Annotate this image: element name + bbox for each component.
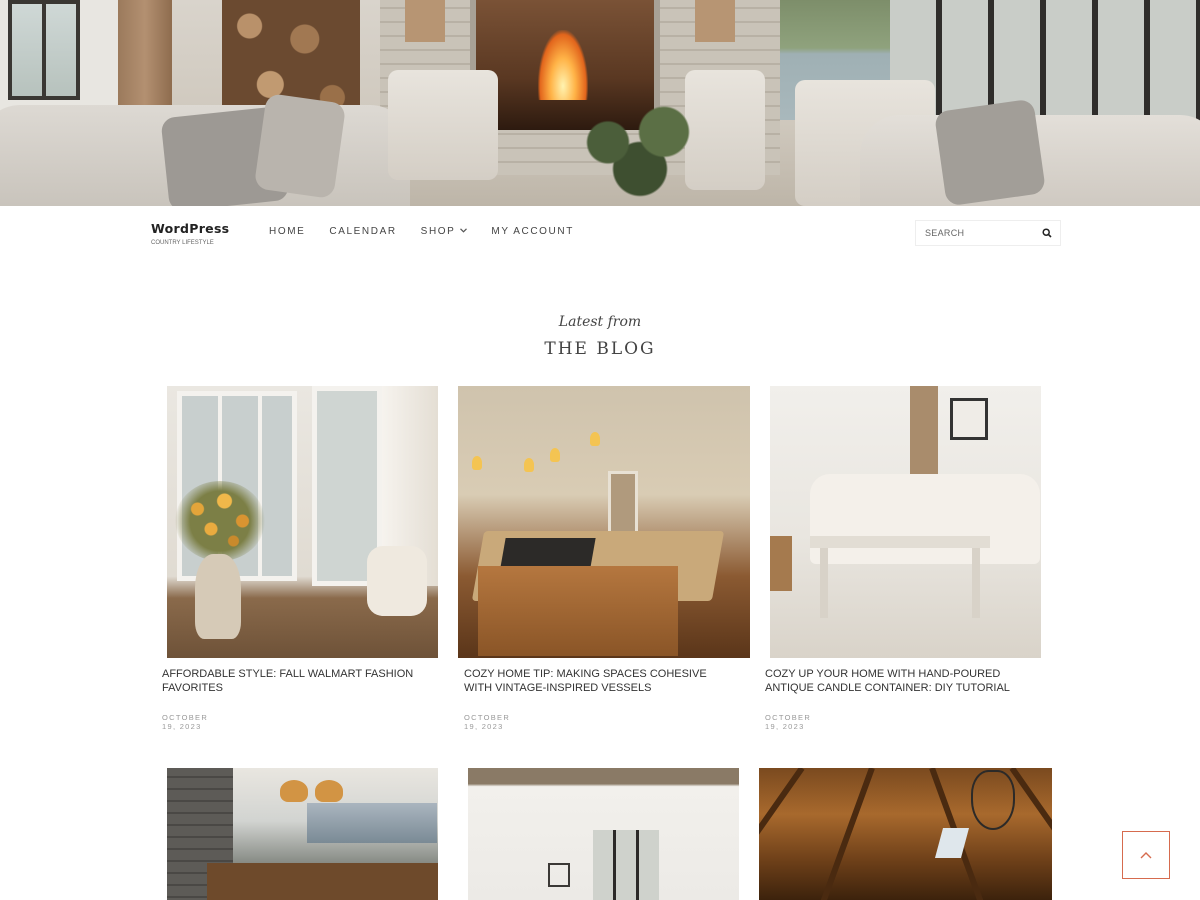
post-thumbnail[interactable]: [468, 768, 739, 900]
nav-item-label: HOME: [269, 226, 306, 237]
post-thumbnail[interactable]: [458, 386, 750, 658]
section-subtitle: Latest from: [558, 314, 642, 330]
post-thumbnail[interactable]: [167, 386, 438, 658]
nav-item-my-account[interactable]: MY ACCOUNT: [491, 226, 574, 237]
nav-item-label: MY ACCOUNT: [491, 226, 574, 237]
post-title[interactable]: COZY HOME TIP: MAKING SPACES COHESIVE WI…: [464, 667, 734, 695]
post-title[interactable]: AFFORDABLE STYLE: FALL WALMART FASHION F…: [162, 667, 432, 695]
search-input[interactable]: [916, 221, 1036, 245]
nav-item-home[interactable]: HOME: [269, 226, 305, 237]
post-thumbnail[interactable]: [770, 386, 1041, 658]
search-form: [915, 220, 1061, 246]
post-thumbnail[interactable]: [167, 768, 438, 900]
section-title: THE BLOG: [544, 339, 656, 359]
main-navigation: HOME CALENDAR SHOP MY ACCOUNT: [269, 226, 598, 237]
chevron-up-icon: [1140, 846, 1152, 864]
chevron-down-icon: [460, 226, 468, 235]
search-icon[interactable]: [1036, 221, 1058, 245]
site-branding[interactable]: WordPress COUNTRY LIFESTYLE: [151, 221, 229, 246]
nav-item-shop[interactable]: SHOP: [421, 226, 468, 237]
post-thumbnail[interactable]: [759, 768, 1052, 900]
site-header: WordPress COUNTRY LIFESTYLE HOME CALENDA…: [0, 206, 1200, 262]
site-title[interactable]: WordPress: [151, 221, 229, 236]
hero-banner-image: [0, 0, 1200, 206]
post-date: OCTOBER 19, 2023: [464, 713, 511, 731]
back-to-top-button[interactable]: [1122, 831, 1170, 879]
site-tagline: COUNTRY LIFESTYLE: [151, 240, 214, 246]
nav-item-label: SHOP: [420, 226, 456, 237]
post-title[interactable]: COZY UP YOUR HOME WITH HAND-POURED ANTIQ…: [765, 667, 1035, 695]
post-date: OCTOBER 19, 2023: [765, 713, 812, 731]
post-date: OCTOBER 19, 2023: [162, 713, 209, 731]
nav-item-calendar[interactable]: CALENDAR: [329, 226, 396, 237]
nav-item-label: CALENDAR: [329, 226, 397, 237]
